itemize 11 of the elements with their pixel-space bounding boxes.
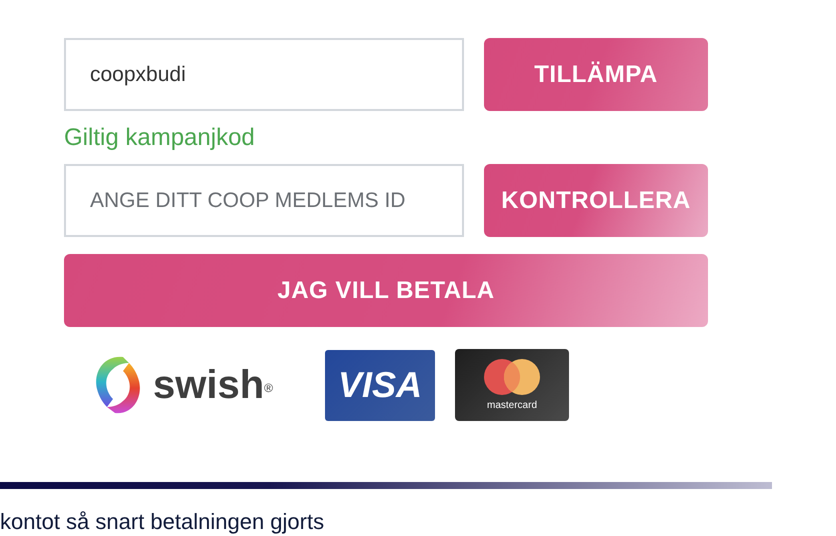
member-id-field[interactable]: ANGE DITT COOP MEDLEMS ID	[64, 164, 464, 237]
check-button[interactable]: KONTROLLERA	[484, 164, 708, 237]
swish-logo-text: swish$^{®}$	[153, 365, 273, 405]
promo-status-text: Giltig kampanjkod	[64, 123, 256, 153]
circles-icon	[482, 358, 542, 396]
apply-button[interactable]: TILLÄMPA	[484, 38, 708, 111]
pay-button[interactable]: JAG VILL BETALA	[64, 254, 708, 327]
footer-text: kontot så snart betalningen gjorts	[0, 508, 326, 536]
visa-logo: VISA	[325, 350, 435, 420]
mastercard-logo-text: mastercard	[486, 398, 537, 412]
promo-code-field[interactable]: coopxbudi	[64, 38, 464, 111]
